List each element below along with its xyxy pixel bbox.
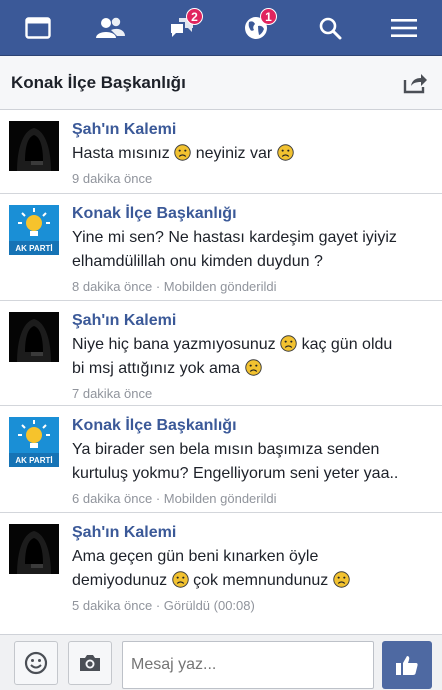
notifications-badge: 1: [260, 8, 277, 25]
message-text-part: Niye hiç bana yazmıyosunuz: [72, 336, 276, 353]
message-text-part: kaç gün oldu: [301, 336, 393, 353]
message-text-part: Hasta mısınız: [72, 145, 170, 162]
friend-requests-button[interactable]: [80, 0, 140, 56]
message-text-line: Ya birader sen bela mısın başımıza sende…: [72, 441, 380, 458]
message-timestamp: 9 dakika önce: [72, 171, 153, 186]
message-input[interactable]: [122, 641, 374, 689]
svg-text:AK PARTİ: AK PARTİ: [15, 456, 52, 465]
sad-face-icon: [171, 571, 189, 588]
message-timestamp: 7 dakika önce: [72, 386, 153, 401]
message-item[interactable]: Şah'ın Kalemi Ama geçen gün beni kınarke…: [0, 513, 442, 624]
search-button[interactable]: [300, 0, 360, 56]
ak-parti-logo-avatar: AK PARTİ: [9, 417, 59, 467]
sender-name[interactable]: Konak İlçe Başkanlığı: [72, 416, 434, 436]
smiley-icon: [24, 651, 48, 675]
message-text: Niye hiç bana yazmıyosunuz kaç gün oldu …: [72, 333, 434, 381]
search-icon: [319, 17, 342, 40]
sad-face-icon: [280, 335, 297, 352]
message-item[interactable]: AK PARTİ Konak İlçe Başkanlığı Yine mi s…: [0, 194, 442, 301]
avatar[interactable]: AK PARTİ: [9, 205, 59, 255]
sender-name[interactable]: Şah'ın Kalemi: [72, 523, 434, 543]
message-timestamp: 5 dakika önce · Görüldü (00:08): [72, 598, 255, 613]
conversation-header: Konak İlçe Başkanlığı: [0, 56, 442, 110]
top-nav-bar: 2 1: [0, 0, 442, 56]
sad-face-icon: [276, 144, 294, 161]
message-text: Yine mi sen? Ne hastası kardeşim gayet i…: [72, 226, 434, 274]
friend-requests-icon: [96, 17, 125, 38]
message-text-line: Yine mi sen? Ne hastası kardeşim gayet i…: [72, 229, 397, 246]
message-text: Ya birader sen bela mısın başımıza sende…: [72, 438, 434, 486]
sad-face-icon: [333, 571, 350, 588]
ak-parti-logo-avatar: AK PARTİ: [9, 205, 59, 255]
like-button[interactable]: [382, 641, 432, 689]
message-text-line: kurtuluş yokmu? Engelliyorum seni yeter …: [72, 465, 399, 482]
avatar[interactable]: AK PARTİ: [9, 417, 59, 467]
message-text-part: bi msj attığınız yok ama: [72, 360, 241, 377]
avatar[interactable]: [9, 312, 59, 362]
thumbs-up-icon: [396, 656, 418, 675]
avatar[interactable]: [9, 121, 59, 171]
message-timestamp: 6 dakika önce · Mobilden gönderildi: [72, 491, 277, 506]
hooded-figure-avatar: [9, 524, 59, 574]
message-text-line: Ama geçen gün beni kınarken öyle: [72, 548, 319, 565]
menu-icon: [391, 19, 417, 37]
svg-text:AK PARTİ: AK PARTİ: [15, 244, 52, 253]
sender-name[interactable]: Konak İlçe Başkanlığı: [72, 204, 434, 224]
messenger-app: 2 1 Konak İlçe Başkanlığı Şah'ın Kalemi: [0, 0, 442, 690]
avatar[interactable]: [9, 524, 59, 574]
hooded-figure-avatar: [9, 121, 59, 171]
message-text-line: elhamdülillah onu kimden duydun ?: [72, 253, 323, 270]
message-text: Hasta mısınız neyiniz var: [72, 142, 434, 166]
sender-name[interactable]: Şah'ın Kalemi: [72, 120, 434, 140]
message-text-part: demiyodunuz: [72, 572, 168, 589]
message-timestamp: 8 dakika önce · Mobilden gönderildi: [72, 279, 277, 294]
sad-face-icon: [244, 359, 262, 376]
message-text-part: neyiniz var: [195, 145, 273, 162]
message-list: Şah'ın Kalemi Hasta mısınız neyiniz var …: [0, 110, 442, 624]
sender-name[interactable]: Şah'ın Kalemi: [72, 311, 434, 331]
hooded-figure-avatar: [9, 312, 59, 362]
share-button[interactable]: [402, 71, 428, 95]
camera-button[interactable]: [68, 641, 112, 685]
share-icon: [403, 74, 427, 94]
emoji-button[interactable]: [14, 641, 58, 685]
news-feed-button[interactable]: [8, 0, 68, 56]
message-text: Ama geçen gün beni kınarken öyle demiyod…: [72, 545, 434, 593]
news-feed-icon: [25, 17, 51, 39]
camera-icon: [80, 655, 100, 671]
menu-button[interactable]: [374, 0, 434, 56]
notifications-button[interactable]: 1: [226, 0, 286, 56]
message-item[interactable]: Şah'ın Kalemi Hasta mısınız neyiniz var …: [0, 110, 442, 194]
message-item[interactable]: AK PARTİ Konak İlçe Başkanlığı Ya birade…: [0, 406, 442, 513]
messages-badge: 2: [186, 8, 203, 25]
message-item[interactable]: Şah'ın Kalemi Niye hiç bana yazmıyosunuz…: [0, 301, 442, 406]
sad-face-icon: [174, 144, 191, 161]
message-composer: [0, 634, 442, 690]
messages-button[interactable]: 2: [152, 0, 212, 56]
message-text-part: çok memnundunuz: [193, 572, 329, 589]
conversation-title: Konak İlçe Başkanlığı: [11, 73, 186, 92]
